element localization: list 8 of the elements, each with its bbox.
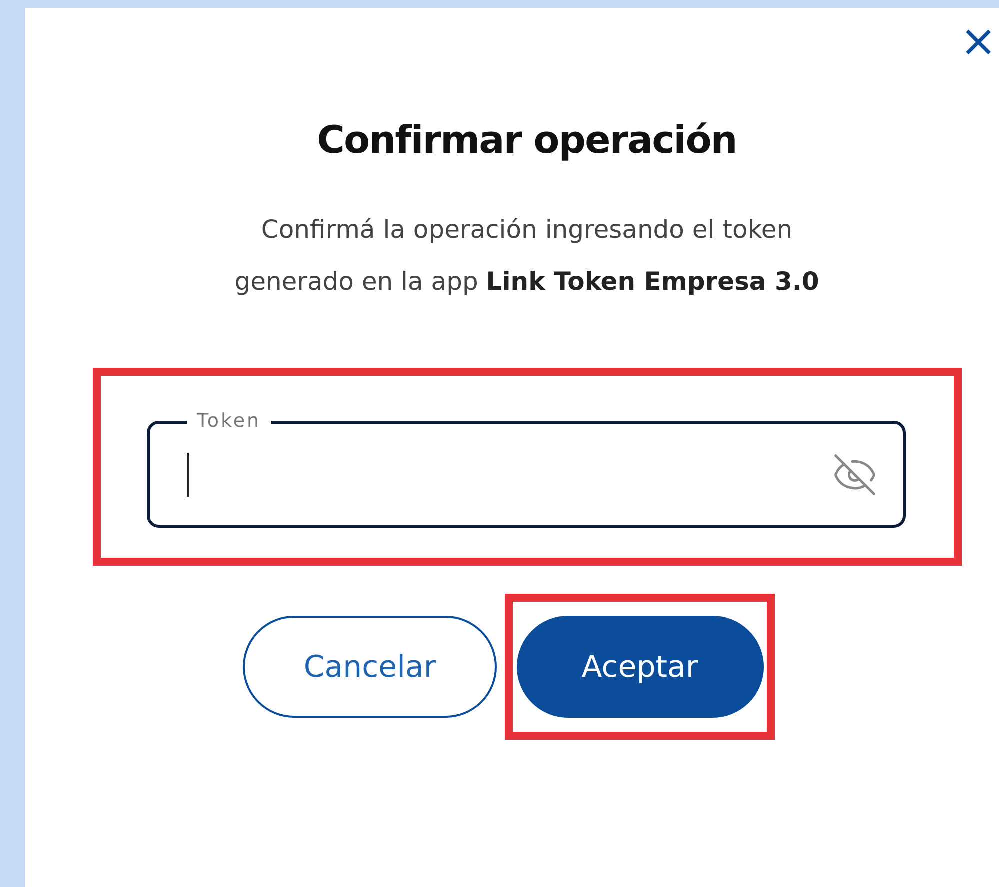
text-cursor bbox=[187, 452, 189, 496]
eye-off-icon[interactable] bbox=[832, 452, 878, 498]
dialog-message: Confirmá la operación ingresando el token generado en la app Link Token Empresa 3.0 bbox=[234, 214, 820, 298]
dialog-title: Confirmar operación bbox=[316, 118, 738, 162]
accept-button[interactable]: Aceptar bbox=[516, 616, 764, 718]
token-field[interactable]: Token bbox=[147, 409, 906, 528]
close-button[interactable]: × bbox=[958, 22, 999, 62]
cancel-button[interactable]: Cancelar bbox=[243, 616, 497, 718]
